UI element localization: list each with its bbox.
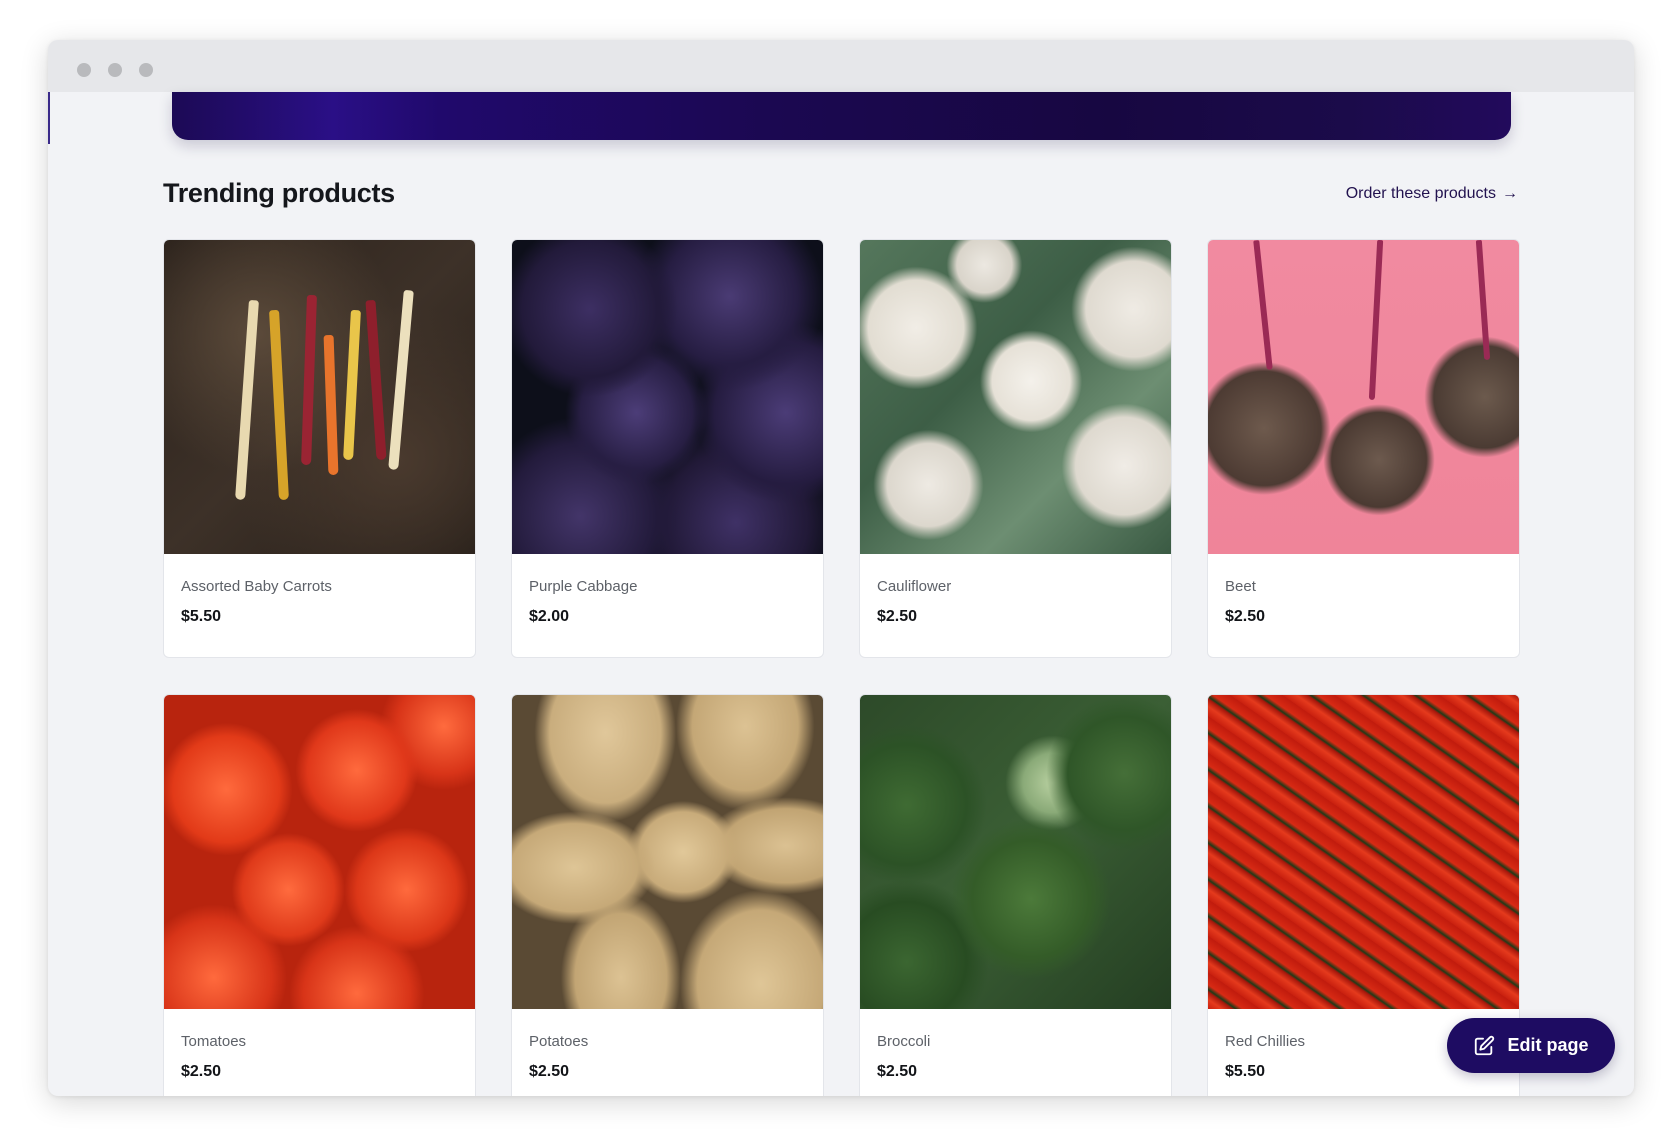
broccoli-photo — [860, 695, 1171, 1009]
product-card-tomatoes[interactable]: Tomatoes $2.50 — [163, 694, 476, 1096]
browser-window: Trending products Order these products → … — [48, 40, 1634, 1096]
product-price: $2.50 — [877, 1063, 918, 1080]
product-name: Red Chillies — [1225, 1033, 1306, 1050]
window-close-dot[interactable] — [77, 63, 91, 77]
window-minimize-dot[interactable] — [108, 63, 122, 77]
product-name: Potatoes — [529, 1033, 589, 1050]
product-name: Assorted Baby Carrots — [181, 578, 332, 595]
order-link-label: Order these products — [1345, 185, 1496, 202]
order-products-link[interactable]: Order these products → — [1346, 185, 1518, 203]
product-price: $2.50 — [181, 1063, 222, 1080]
window-titlebar — [48, 40, 1634, 92]
section-title: Trending products — [163, 178, 395, 208]
edit-page-button[interactable]: Edit page — [1447, 1018, 1615, 1073]
edit-pencil-icon — [1473, 1035, 1495, 1057]
product-price: $2.00 — [529, 608, 570, 625]
product-card-cabbage[interactable]: Purple Cabbage $2.00 — [511, 239, 824, 658]
product-name: Broccoli — [877, 1033, 931, 1050]
edit-page-label: Edit page — [1507, 1035, 1589, 1055]
product-price: $2.50 — [529, 1063, 570, 1080]
product-name: Tomatoes — [181, 1033, 247, 1050]
beet-photo — [1208, 240, 1519, 554]
product-card-cauliflower[interactable]: Cauliflower $2.50 — [859, 239, 1172, 658]
product-name: Purple Cabbage — [529, 578, 638, 595]
product-price: $5.50 — [181, 608, 222, 625]
carrots-photo — [164, 240, 475, 554]
tomatoes-photo — [164, 695, 475, 1009]
product-price: $5.50 — [1225, 1063, 1266, 1080]
arrow-right-icon: → — [1502, 185, 1518, 202]
product-card-beet[interactable]: Beet $2.50 — [1207, 239, 1520, 658]
cabbage-photo — [512, 240, 823, 554]
product-price: $2.50 — [877, 608, 918, 625]
window-maximize-dot[interactable] — [139, 63, 153, 77]
hero-banner — [172, 92, 1511, 140]
product-card-carrots[interactable]: Assorted Baby Carrots $5.50 — [163, 239, 476, 658]
cauliflower-photo — [860, 240, 1171, 554]
product-price: $2.50 — [1225, 608, 1266, 625]
product-card-potatoes[interactable]: Potatoes $2.50 — [511, 694, 824, 1096]
product-name: Cauliflower — [877, 578, 952, 595]
left-edge-accent — [48, 92, 50, 144]
product-name: Beet — [1225, 578, 1256, 595]
potatoes-photo — [512, 695, 823, 1009]
chillies-photo — [1208, 695, 1519, 1009]
product-card-broccoli[interactable]: Broccoli $2.50 — [859, 694, 1172, 1096]
